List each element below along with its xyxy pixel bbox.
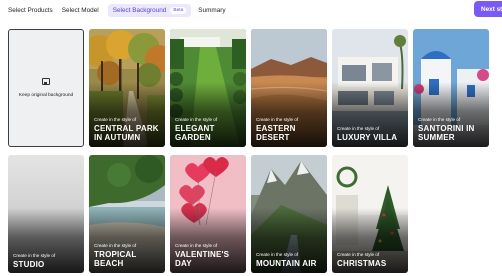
card-caption: Create in the style of [175,243,218,248]
card-title-line2: DAY [175,259,192,268]
card-caption: Create in the style of [175,117,218,122]
step-select-background-label: Select Background [112,6,167,14]
card-title-line1: STUDIO [13,260,45,269]
card-title-line1: VALENTINE'S [175,250,230,259]
next-step-button[interactable]: Next step [474,1,502,17]
card-title-line1: ELEGANT [175,124,215,133]
background-card-luxury-villa[interactable]: Create in the style of LUXURY VILLA [332,29,408,147]
step-summary[interactable]: Summary [198,7,225,14]
keep-original-label: Keep original background [18,93,74,98]
background-card-tropical-beach[interactable]: Create in the style of TROPICAL BEACH [89,155,165,273]
card-title-line2: DESERT [256,133,290,142]
background-card-elegant-garden[interactable]: Create in the style of ELEGANT GARDEN [170,29,246,147]
card-title-line1: EASTERN [256,124,296,133]
card-title-line1: MOUNTAIN AIR [256,259,317,268]
card-caption: Create in the style of [256,252,299,257]
card-title-line1: CHRISTMAS [337,259,387,268]
keep-original-background-card[interactable]: Keep original background [8,29,84,147]
step-select-products[interactable]: Select Products [8,7,53,14]
background-card-mountain-air[interactable]: Create in the style of MOUNTAIN AIR [251,155,327,273]
card-caption: Create in the style of [337,126,380,131]
card-caption: Create in the style of [418,117,461,122]
step-navigation: Select Products Select Model Select Back… [8,3,235,17]
card-caption: Create in the style of [94,243,137,248]
card-caption: Create in the style of [256,117,299,122]
background-card-santorini[interactable]: Create in the style of SANTORINI IN SUMM… [413,29,489,147]
step-select-background[interactable]: Select Background Beta [107,3,192,17]
card-caption: Create in the style of [13,253,56,258]
background-card-eastern-desert[interactable]: Create in the style of EASTERN DESERT [251,29,327,147]
beta-badge: Beta [170,6,187,14]
background-card-central-park[interactable]: Create in the style of CENTRAL PARK IN A… [89,29,165,147]
step-select-model[interactable]: Select Model [62,7,99,14]
card-caption: Create in the style of [337,252,380,257]
card-title-line2: GARDEN [175,133,211,142]
card-caption: Create in the style of [94,117,137,122]
card-title-line2: IN AUTUMN [94,133,141,142]
card-title-line1: CENTRAL PARK [94,124,159,133]
card-title-line1: SANTORINI IN [418,124,475,133]
background-card-christmas[interactable]: Create in the style of CHRISTMAS [332,155,408,273]
card-title-line1: LUXURY VILLA [337,133,398,142]
card-title-line2: BEACH [94,259,124,268]
card-title-line1: TROPICAL [94,250,137,259]
image-icon [42,78,50,85]
card-title-line2: SUMMER [418,133,455,142]
background-card-valentines-day[interactable]: Create in the style of VALENTINE'S DAY [170,155,246,273]
background-card-studio[interactable]: Create in the style of STUDIO [8,155,84,273]
